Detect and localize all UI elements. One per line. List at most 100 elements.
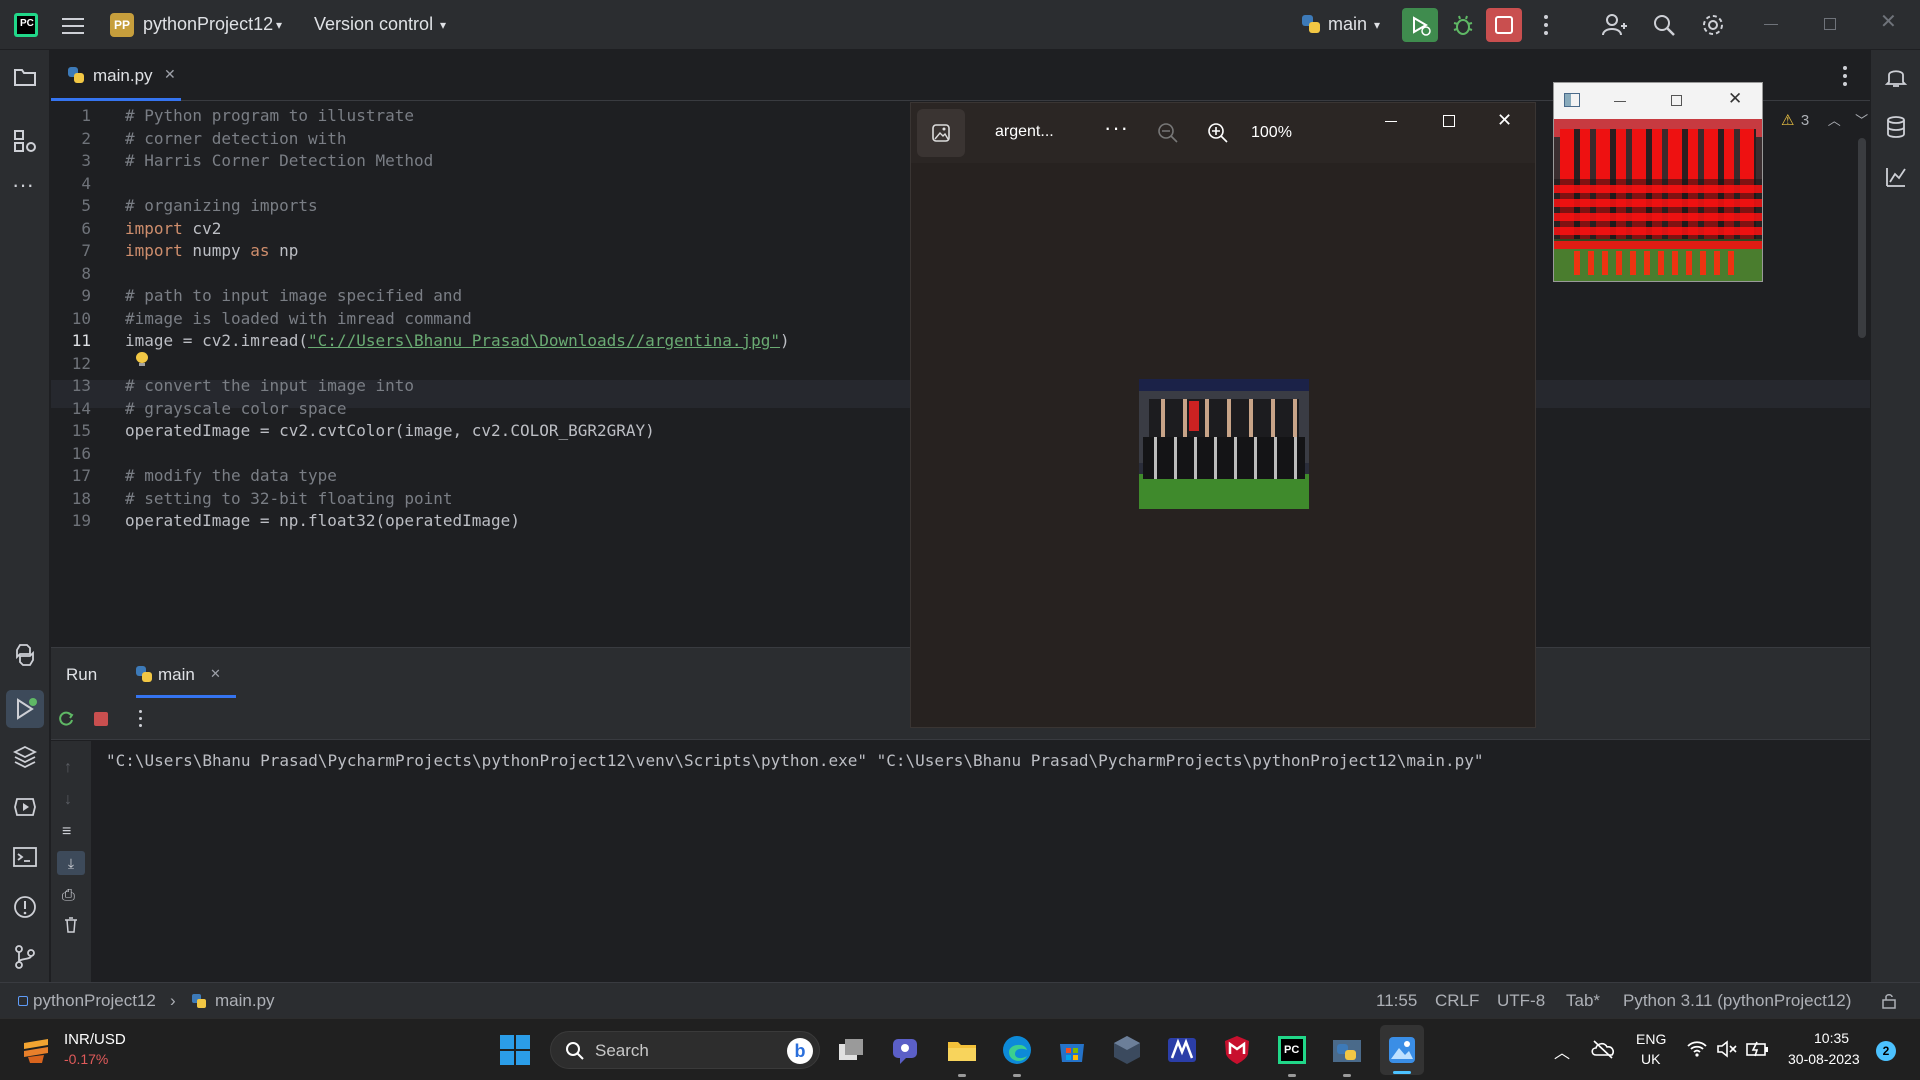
line-number[interactable]: 1 bbox=[51, 106, 91, 125]
database-icon[interactable] bbox=[1883, 114, 1909, 140]
bing-icon[interactable]: b bbox=[787, 1038, 813, 1064]
taskbar-search-box[interactable]: Search b bbox=[550, 1031, 820, 1069]
sciview-icon[interactable] bbox=[1883, 164, 1909, 190]
line-number[interactable]: 3 bbox=[51, 151, 91, 170]
show-hidden-icons-chevron[interactable]: ︿ bbox=[1554, 1039, 1570, 1063]
line-number[interactable]: 14 bbox=[51, 399, 91, 418]
project-folder-icon[interactable] bbox=[12, 64, 38, 90]
harris-corner-image[interactable] bbox=[1554, 119, 1762, 281]
line-number[interactable]: 5 bbox=[51, 196, 91, 215]
line-number[interactable]: 19 bbox=[51, 511, 91, 530]
photos-taskbar-button[interactable] bbox=[1380, 1025, 1424, 1075]
windows-start-icon[interactable] bbox=[500, 1035, 530, 1065]
breadcrumb-file[interactable]: main.py bbox=[215, 991, 275, 1011]
vcs-menu[interactable]: Version control bbox=[314, 14, 433, 35]
run-tab-main[interactable]: main bbox=[136, 648, 236, 698]
line-number[interactable]: 8 bbox=[51, 264, 91, 283]
rerun-button[interactable] bbox=[1402, 8, 1438, 42]
python-packages-icon[interactable] bbox=[12, 744, 38, 770]
window-minimize-icon[interactable] bbox=[1764, 24, 1778, 25]
zoom-out-icon[interactable] bbox=[1157, 122, 1179, 144]
run-console-output[interactable]: "C:\Users\Bhanu Prasad\PycharmProjects\p… bbox=[106, 751, 1484, 770]
photos-minimize-icon[interactable] bbox=[1385, 121, 1397, 122]
teams-chat-icon[interactable] bbox=[890, 1034, 922, 1066]
argentina-team-photo[interactable] bbox=[1139, 379, 1309, 509]
notification-count-badge[interactable]: 2 bbox=[1876, 1041, 1896, 1061]
weather-widget[interactable]: INR/USD -0.17% bbox=[20, 1029, 150, 1071]
vcs-chevron-icon[interactable]: ▾ bbox=[440, 18, 446, 32]
run-config-chevron-icon[interactable]: ▾ bbox=[1374, 18, 1380, 32]
pycharm-taskbar-icon[interactable]: PC bbox=[1276, 1034, 1308, 1077]
next-highlight-icon[interactable]: ﹀ bbox=[1855, 113, 1868, 128]
line-number[interactable]: 7 bbox=[51, 241, 91, 260]
harris-minimize-icon[interactable] bbox=[1614, 101, 1626, 102]
clock-date[interactable]: 30-08-2023 bbox=[1788, 1051, 1860, 1067]
run-tab-close-icon[interactable]: ✕ bbox=[210, 666, 221, 682]
code-line[interactable]: image = cv2.imread("C://Users\Bhanu Pras… bbox=[125, 331, 790, 350]
harris-maximize-icon[interactable] bbox=[1671, 95, 1682, 106]
photos-gallery-button[interactable] bbox=[917, 109, 965, 157]
volume-muted-icon[interactable] bbox=[1716, 1039, 1738, 1059]
file-explorer-icon[interactable] bbox=[946, 1034, 978, 1077]
code-line[interactable]: operatedImage = cv2.cvtColor(image, cv2.… bbox=[125, 421, 655, 440]
main-menu-icon[interactable] bbox=[62, 15, 84, 35]
prev-highlight-icon[interactable]: ︿ bbox=[1828, 113, 1841, 128]
task-view-icon[interactable] bbox=[835, 1034, 867, 1066]
ms-store-icon[interactable] bbox=[1056, 1034, 1088, 1066]
python-taskbar-icon[interactable] bbox=[1331, 1034, 1363, 1077]
mcafee-shield-icon[interactable] bbox=[1221, 1034, 1253, 1066]
zoom-level[interactable]: 100% bbox=[1251, 124, 1292, 142]
code-line[interactable]: # organizing imports bbox=[125, 196, 318, 215]
code-line[interactable]: # path to input image specified and bbox=[125, 286, 462, 305]
code-line[interactable]: # corner detection with bbox=[125, 129, 347, 148]
code-line[interactable]: #image is loaded with imread command bbox=[125, 309, 472, 328]
scroll-to-end-icon[interactable]: ⤓ bbox=[57, 851, 85, 875]
git-branch-icon[interactable] bbox=[12, 944, 38, 970]
line-number[interactable]: 9 bbox=[51, 286, 91, 305]
services-icon[interactable] bbox=[12, 794, 38, 820]
onedrive-offline-icon[interactable] bbox=[1590, 1039, 1616, 1059]
run-config-selector[interactable]: main bbox=[1328, 14, 1367, 35]
pycharm-logo-icon[interactable]: PC bbox=[14, 13, 38, 37]
settings-gear-icon[interactable] bbox=[1700, 12, 1726, 38]
more-actions-icon[interactable] bbox=[1544, 14, 1550, 36]
code-line[interactable]: import cv2 bbox=[125, 219, 221, 238]
scroll-up-icon[interactable]: ↑ bbox=[64, 759, 72, 777]
line-number[interactable]: 13 bbox=[51, 376, 91, 395]
soft-wrap-icon[interactable]: ≡ bbox=[62, 823, 71, 841]
clock-time[interactable]: 10:35 bbox=[1814, 1030, 1849, 1046]
line-number[interactable]: 15 bbox=[51, 421, 91, 440]
input-language-primary[interactable]: ENG bbox=[1636, 1031, 1666, 1047]
window-close-icon[interactable]: ✕ bbox=[1880, 12, 1900, 32]
more-tools-icon[interactable]: ··· bbox=[12, 174, 38, 204]
battery-charging-icon[interactable] bbox=[1746, 1040, 1770, 1058]
tab-options-icon[interactable] bbox=[1843, 66, 1849, 86]
line-number[interactable]: 2 bbox=[51, 129, 91, 148]
input-language-secondary[interactable]: UK bbox=[1641, 1051, 1660, 1067]
line-number[interactable]: 11 bbox=[51, 331, 91, 350]
zoom-in-icon[interactable] bbox=[1207, 122, 1229, 144]
window-restore-icon[interactable] bbox=[1824, 18, 1836, 30]
line-number[interactable]: 4 bbox=[51, 174, 91, 193]
debug-button[interactable] bbox=[1450, 12, 1476, 38]
warning-indicator[interactable]: ⚠ 3 ︿ ﹀ bbox=[1781, 110, 1868, 130]
rerun-small-icon[interactable] bbox=[57, 710, 75, 728]
scroll-down-icon[interactable]: ↓ bbox=[64, 791, 72, 809]
code-line[interactable]: # convert the input image into bbox=[125, 376, 414, 395]
clear-trash-icon[interactable] bbox=[64, 917, 78, 933]
tab-close-icon[interactable]: ✕ bbox=[164, 66, 176, 83]
math-app-icon[interactable] bbox=[1166, 1034, 1198, 1066]
line-separator[interactable]: CRLF bbox=[1435, 991, 1479, 1011]
code-line[interactable]: # setting to 32-bit floating point bbox=[125, 489, 453, 508]
photos-more-icon[interactable]: ··· bbox=[1104, 115, 1129, 141]
photos-maximize-icon[interactable] bbox=[1443, 115, 1455, 127]
line-number[interactable]: 10 bbox=[51, 309, 91, 328]
edge-browser-icon[interactable] bbox=[1001, 1034, 1033, 1077]
stop-button[interactable] bbox=[1486, 8, 1522, 42]
problems-icon[interactable] bbox=[12, 894, 38, 920]
project-badge[interactable]: PP bbox=[110, 13, 134, 37]
tab-main-py[interactable]: main.py ✕ bbox=[51, 50, 181, 101]
stop-small-icon[interactable] bbox=[94, 712, 108, 726]
intention-bulb-icon[interactable] bbox=[136, 352, 148, 366]
photos-close-icon[interactable]: ✕ bbox=[1497, 110, 1512, 131]
